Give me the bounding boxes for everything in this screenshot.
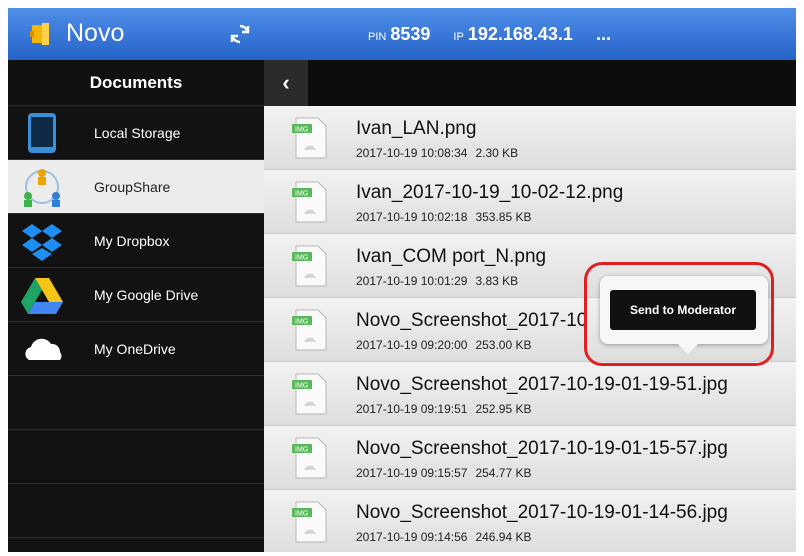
file-meta: 2017-10-19 10:08:34 2.30 KB (356, 146, 518, 160)
more-button[interactable]: ... (596, 24, 611, 44)
file-date: 2017-10-19 09:19:51 (356, 402, 468, 416)
svg-text:IMG: IMG (295, 191, 308, 198)
file-date: 2017-10-19 09:15:57 (356, 466, 468, 480)
file-name: Ivan_2017-10-19_10-02-12.png (356, 182, 624, 203)
sidebar-item-label: GroupShare (94, 179, 171, 195)
app-title: Novo (66, 19, 125, 47)
file-row[interactable]: IMG Ivan_LAN.png 2017-10-19 10:08:34 2.30… (264, 106, 796, 170)
onedrive-icon (25, 338, 62, 360)
svg-text:IMG: IMG (295, 255, 308, 262)
image-file-icon: IMG (292, 437, 327, 479)
file-row[interactable]: IMG Novo_Screenshot_2017-10-19-01-15-57.… (264, 426, 796, 490)
sidebar-item-label: Local Storage (94, 125, 181, 141)
image-file-icon: IMG (292, 245, 327, 287)
sidebar-item-google-drive[interactable]: My Google Drive (8, 268, 264, 322)
connection-status: PIN 8539 IP 192.168.43.1 ... (368, 24, 611, 45)
back-button[interactable]: ‹ (264, 60, 308, 106)
file-size: 3.83 KB (475, 274, 519, 288)
top-bar-left: Novo (8, 8, 264, 60)
file-date: 2017-10-19 09:14:56 (356, 530, 468, 544)
file-row[interactable]: IMG Novo_Screenshot_2017-10-19-01-19-51.… (264, 362, 796, 426)
context-popup: Send to Moderator (600, 276, 768, 354)
file-name: Novo_Screenshot_2017-10-19-01-14-56.jpg (356, 502, 728, 523)
pin-label: PIN (368, 31, 387, 43)
image-file-icon: IMG (292, 501, 327, 543)
file-name: Novo_Screenshot_2017-10-19-01-19-51.jpg (356, 374, 728, 395)
ip-label: IP (453, 31, 464, 43)
groupshare-icon (24, 169, 60, 207)
file-meta: 2017-10-19 10:01:29 3.83 KB (356, 274, 518, 288)
sidebar-item-local-storage[interactable]: Local Storage (8, 106, 264, 160)
sidebar-empty-row (8, 376, 264, 430)
file-size: 2.30 KB (475, 146, 519, 160)
novo-logo-icon (30, 23, 49, 45)
svg-text:IMG: IMG (295, 447, 308, 454)
file-row[interactable]: IMG Novo_Screenshot_2017-10-19-01-14-56.… (264, 490, 796, 552)
file-meta: 2017-10-19 09:14:56 246.94 KB (356, 530, 531, 544)
file-date: 2017-10-19 10:02:18 (356, 210, 468, 224)
file-list-header: ‹ (264, 60, 796, 106)
sidebar-item-label: My Google Drive (94, 287, 199, 303)
file-date: 2017-10-19 10:08:34 (356, 146, 468, 160)
file-row[interactable]: IMG Ivan_2017-10-19_10-02-12.png 2017-10… (264, 170, 796, 234)
file-meta: 2017-10-19 09:20:00 253.00 KB (356, 338, 531, 352)
tablet-icon (28, 113, 56, 153)
sidebar-empty-row (8, 484, 264, 538)
image-file-icon: IMG (292, 373, 327, 415)
file-size: 254.77 KB (475, 466, 532, 480)
file-size: 246.94 KB (475, 530, 532, 544)
file-date: 2017-10-19 10:01:29 (356, 274, 468, 288)
svg-text:IMG: IMG (295, 511, 308, 518)
svg-text:IMG: IMG (295, 319, 308, 326)
top-bar: Novo PIN 8539 IP 192.168.43.1 ... (8, 8, 796, 60)
file-size: 353.85 KB (475, 210, 532, 224)
sidebar-item-label: My Dropbox (94, 233, 170, 249)
svg-text:IMG: IMG (295, 127, 308, 134)
sidebar-item-onedrive[interactable]: My OneDrive (8, 322, 264, 376)
file-name: Novo_Screenshot_2017-10-19-01-15-57.jpg (356, 438, 728, 459)
dropbox-icon (22, 224, 62, 261)
file-meta: 2017-10-19 09:19:51 252.95 KB (356, 402, 531, 416)
file-meta: 2017-10-19 10:02:18 353.85 KB (356, 210, 531, 224)
file-size: 252.95 KB (475, 402, 532, 416)
sidebar-item-dropbox[interactable]: My Dropbox (8, 214, 264, 268)
sync-icon[interactable] (228, 22, 252, 46)
file-size: 253.00 KB (475, 338, 532, 352)
image-file-icon: IMG (292, 181, 327, 223)
sidebar-title: Documents (8, 60, 264, 106)
file-meta: 2017-10-19 09:15:57 254.77 KB (356, 466, 531, 480)
ip-value: 192.168.43.1 (467, 24, 573, 44)
file-name: Novo_Screenshot_2017-10 (356, 310, 588, 331)
send-to-moderator-button[interactable]: Send to Moderator (610, 290, 756, 330)
sidebar-item-groupshare[interactable]: GroupShare (8, 160, 264, 214)
image-file-icon: IMG (292, 117, 327, 159)
image-file-icon: IMG (292, 309, 327, 351)
file-name: Ivan_LAN.png (356, 118, 477, 139)
sidebar: Documents Local Storage GroupShare My Dr… (8, 60, 264, 552)
pin-value: 8539 (390, 24, 431, 44)
svg-text:IMG: IMG (295, 383, 308, 390)
sidebar-item-label: My OneDrive (94, 341, 176, 357)
sidebar-empty-row (8, 430, 264, 484)
file-date: 2017-10-19 09:20:00 (356, 338, 468, 352)
google-drive-icon (21, 278, 63, 314)
file-name: Ivan_COM port_N.png (356, 246, 547, 267)
